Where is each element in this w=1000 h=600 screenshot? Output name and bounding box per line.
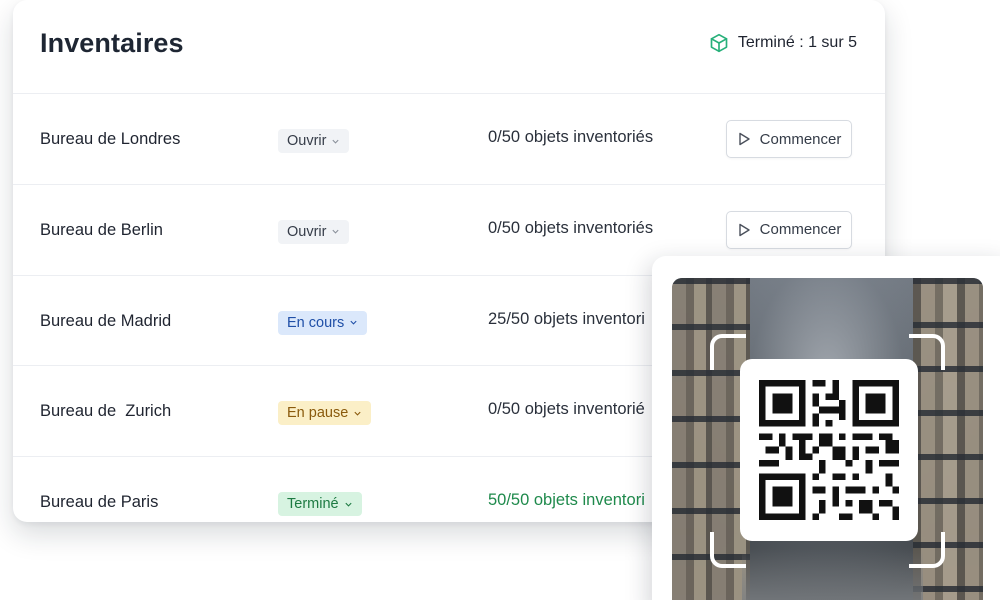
status-dropdown[interactable]: Ouvrir	[278, 219, 350, 244]
chevron-down-icon	[332, 230, 340, 234]
aisle-floor	[742, 548, 923, 600]
status-dropdown[interactable]: Ouvrir	[278, 129, 350, 153]
status-label: Ouvrir	[287, 133, 327, 149]
scanner-panel	[652, 256, 1000, 600]
start-button[interactable]: Commencer	[726, 120, 852, 158]
items-count: 0/50 objets inventoriés	[488, 218, 654, 237]
items-count: 0/50 objets inventorié	[488, 400, 645, 419]
status-label: Ouvrir	[287, 223, 327, 240]
warehouse-photo	[672, 278, 983, 600]
qr-code-card	[740, 359, 918, 541]
status-label: En cours	[287, 314, 345, 331]
chevron-down-icon	[344, 502, 352, 507]
office-name: Bureau de Londres	[40, 130, 181, 148]
status-label: En pause	[287, 405, 349, 422]
office-name: Bureau de Zurich	[40, 402, 172, 421]
chevron-down-icon	[354, 411, 361, 416]
card-header: Inventaires Terminé : 1 sur 5	[13, 0, 885, 94]
start-button[interactable]: Commencer	[726, 210, 852, 249]
status-dropdown[interactable]: En pause	[278, 401, 372, 426]
status-label: Terminé	[287, 496, 339, 513]
table-row[interactable]: Bureau de Londres Ouvrir 0/50 objets inv…	[13, 94, 885, 185]
office-name: Bureau de Berlin	[40, 220, 163, 239]
play-icon	[738, 223, 750, 236]
box-icon	[709, 33, 729, 53]
page-title: Inventaires	[40, 28, 184, 58]
status-dropdown[interactable]: En cours	[278, 310, 368, 335]
completion-text: Terminé : 1 sur 5	[737, 34, 857, 51]
office-name: Bureau de Paris	[40, 493, 159, 512]
items-count: 25/50 objets inventori	[488, 309, 645, 328]
qr-code-icon	[759, 380, 899, 520]
scan-frame-corner	[710, 532, 746, 568]
start-button-label: Commencer	[759, 130, 842, 148]
items-count: 50/50 objets inventori	[488, 491, 645, 510]
chevron-down-icon	[332, 139, 340, 144]
status-dropdown[interactable]: Terminé	[278, 492, 362, 517]
play-icon	[738, 132, 750, 146]
start-button-label: Commencer	[759, 221, 842, 239]
office-name: Bureau de Madrid	[40, 311, 172, 330]
chevron-down-icon	[350, 320, 357, 325]
completion-summary: Terminé : 1 sur 5	[709, 33, 857, 53]
items-count: 0/50 objets inventoriés	[488, 128, 654, 146]
